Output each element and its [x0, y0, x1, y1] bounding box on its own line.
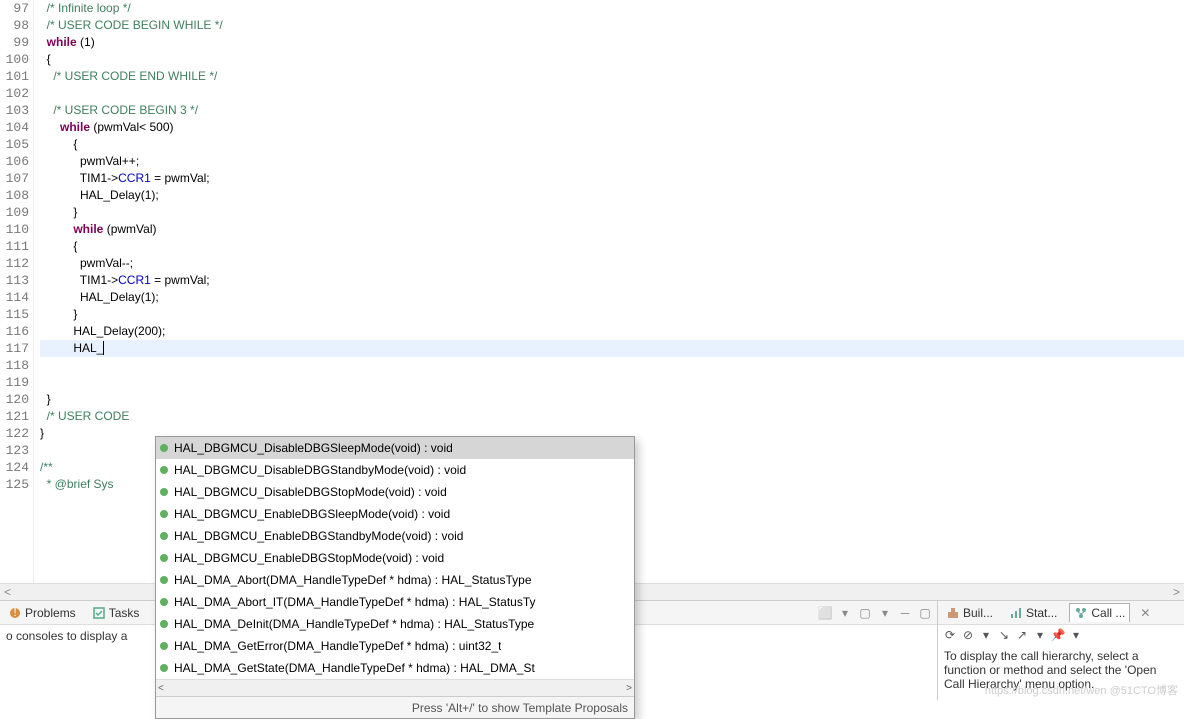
- pin-icon[interactable]: ⬜: [817, 605, 833, 621]
- refresh-icon[interactable]: ⟳: [942, 627, 958, 643]
- build-icon: [946, 606, 960, 620]
- tab-static[interactable]: Stat...: [1005, 604, 1061, 622]
- autocomplete-item[interactable]: HAL_DBGMCU_EnableDBGStopMode(void) : voi…: [156, 547, 634, 569]
- clear-icon[interactable]: ▢: [857, 605, 873, 621]
- tab-build[interactable]: Buil...: [942, 604, 997, 622]
- tab-label: Buil...: [963, 606, 993, 620]
- pin-icon[interactable]: 📌: [1050, 627, 1066, 643]
- autocomplete-item[interactable]: HAL_DBGMCU_EnableDBGSleepMode(void) : vo…: [156, 503, 634, 525]
- tab-label: Call ...: [1091, 606, 1125, 620]
- autocomplete-item[interactable]: HAL_DMA_Abort(DMA_HandleTypeDef * hdma) …: [156, 569, 634, 591]
- static-icon: [1009, 606, 1023, 620]
- callers-icon[interactable]: ↘: [996, 627, 1012, 643]
- autocomplete-footer: Press 'Alt+/' to show Template Proposals: [156, 696, 634, 718]
- autocomplete-item[interactable]: HAL_DBGMCU_DisableDBGStandbyMode(void) :…: [156, 459, 634, 481]
- autocomplete-item[interactable]: HAL_DBGMCU_DisableDBGSleepMode(void) : v…: [156, 437, 634, 459]
- tab-label: Stat...: [1026, 606, 1057, 620]
- layout-icon[interactable]: ▾: [1032, 627, 1048, 643]
- right-toolbar: ⟳ ⊘ ▾ ↘ ↗ ▾ 📌 ▾: [938, 625, 1184, 645]
- autocomplete-h-scrollbar[interactable]: <>: [156, 679, 634, 696]
- lock-icon[interactable]: ▾: [877, 605, 893, 621]
- close-icon[interactable]: ✕: [1140, 606, 1150, 620]
- problems-icon: !: [8, 606, 22, 620]
- tab-label: Tasks: [109, 606, 140, 620]
- watermark: https://blog.csdn.net/wen @51CTO博客: [985, 682, 1178, 698]
- tab-problems[interactable]: ! Problems: [4, 604, 80, 622]
- svg-text:!: !: [13, 606, 16, 619]
- autocomplete-item[interactable]: HAL_DMA_GetState(DMA_HandleTypeDef * hdm…: [156, 657, 634, 679]
- tab-call-hierarchy[interactable]: Call ...: [1069, 603, 1130, 622]
- autocomplete-popup: HAL_DBGMCU_DisableDBGSleepMode(void) : v…: [155, 436, 635, 719]
- autocomplete-item[interactable]: HAL_DMA_Abort_IT(DMA_HandleTypeDef * hdm…: [156, 591, 634, 613]
- minimize-icon[interactable]: ─: [897, 605, 913, 621]
- line-gutter: 9798991001011021031041051061071081091101…: [0, 0, 34, 600]
- autocomplete-item[interactable]: HAL_DMA_DeInit(DMA_HandleTypeDef * hdma)…: [156, 613, 634, 635]
- right-tab-strip: Buil... Stat... Call ... ✕: [938, 601, 1184, 625]
- call-icon: [1074, 606, 1088, 620]
- autocomplete-item[interactable]: HAL_DBGMCU_EnableDBGStandbyMode(void) : …: [156, 525, 634, 547]
- panel-toolbar: ⬜ ▾ ▢ ▾ ─ ▢: [817, 605, 933, 621]
- menu-icon[interactable]: ▾: [1068, 627, 1084, 643]
- callees-icon[interactable]: ↗: [1014, 627, 1030, 643]
- cancel-icon[interactable]: ⊘: [960, 627, 976, 643]
- display-icon[interactable]: ▾: [837, 605, 853, 621]
- autocomplete-item[interactable]: HAL_DBGMCU_DisableDBGStopMode(void) : vo…: [156, 481, 634, 503]
- tab-label: Problems: [25, 606, 76, 620]
- tab-tasks[interactable]: Tasks: [88, 604, 144, 622]
- maximize-icon[interactable]: ▢: [917, 605, 933, 621]
- history-icon[interactable]: ▾: [978, 627, 994, 643]
- autocomplete-item[interactable]: HAL_DMA_GetError(DMA_HandleTypeDef * hdm…: [156, 635, 634, 657]
- tasks-icon: [92, 606, 106, 620]
- autocomplete-list[interactable]: HAL_DBGMCU_DisableDBGSleepMode(void) : v…: [156, 437, 634, 679]
